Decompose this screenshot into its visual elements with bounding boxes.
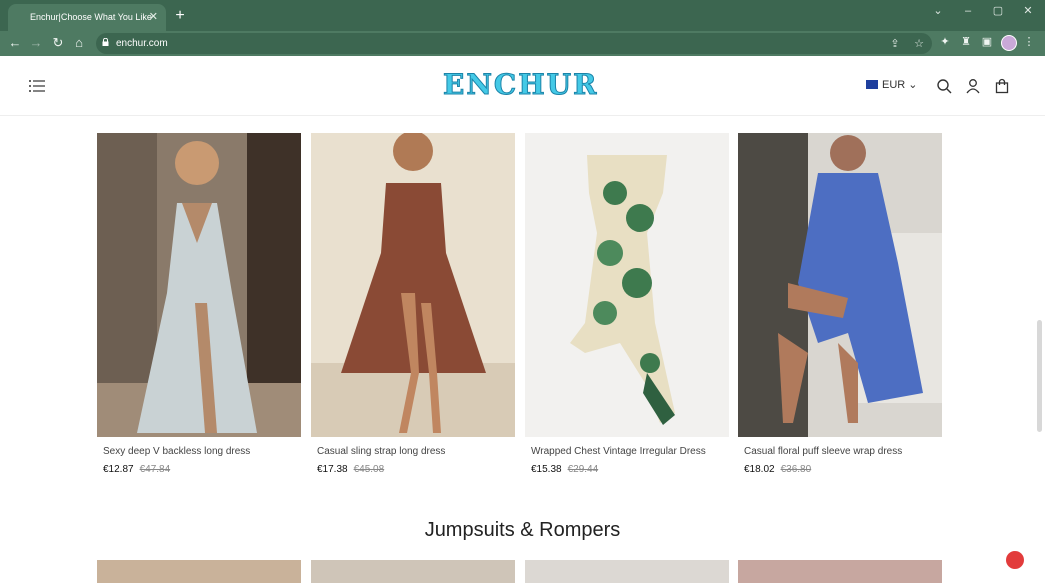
product-image[interactable] [311, 133, 515, 437]
eu-flag-icon [866, 80, 878, 89]
search-icon[interactable] [936, 78, 952, 94]
product-price: €15.38 [531, 464, 562, 475]
lock-icon[interactable] [102, 38, 109, 46]
tab-close-icon[interactable]: ✕ [149, 4, 158, 31]
browser-toolbar: ← → ↻ ⌂ enchur.com ⇪ ☆ ✦ ♜ ▣ ⋮ [0, 31, 1045, 56]
product-name[interactable]: Casual sling strap long dress [317, 446, 515, 457]
maximize-icon[interactable]: ▢ [989, 3, 1007, 19]
home-icon[interactable]: ⌂ [70, 34, 88, 52]
minimize-icon[interactable]: – [959, 3, 977, 19]
tab-search-chevron-icon[interactable]: ⌄ [929, 3, 947, 19]
product-old-price: €45.08 [353, 464, 385, 475]
tab-title: Enchur|Choose What You Like [30, 12, 152, 22]
hamburger-menu-icon[interactable] [29, 80, 45, 92]
close-window-icon[interactable]: ✕ [1019, 3, 1037, 19]
product-name[interactable]: Sexy deep V backless long dress [103, 446, 301, 457]
product-image[interactable] [525, 560, 729, 583]
share-icon[interactable]: ⇪ [888, 37, 902, 50]
url-text: enchur.com [116, 38, 168, 49]
account-icon[interactable] [965, 78, 981, 94]
product-image[interactable] [311, 560, 515, 583]
site-header: ENCHUR EUR ⌄ [0, 56, 1045, 116]
product-card[interactable]: Wrapped Chest Vintage Irregular Dress €1… [525, 133, 729, 475]
address-bar[interactable]: enchur.com ⇪ ☆ [96, 33, 932, 54]
section-title: Jumpsuits & Rompers [424, 519, 621, 541]
product-prices: €15.38 €29.44 [531, 464, 729, 475]
product-name[interactable]: Wrapped Chest Vintage Irregular Dress [531, 446, 729, 457]
product-name[interactable]: Casual floral puff sleeve wrap dress [744, 446, 942, 457]
reload-icon[interactable]: ↻ [49, 34, 67, 52]
product-card[interactable]: Sexy deep V backless long dress €12.87 €4… [97, 133, 301, 475]
star-icon[interactable]: ☆ [912, 37, 926, 50]
back-icon[interactable]: ← [6, 34, 24, 52]
profile-avatar[interactable] [1001, 35, 1017, 51]
sidebar-icon[interactable]: ▣ [980, 35, 994, 51]
browser-titlebar: Enchur|Choose What You Like ✕ + ⌄ – ▢ ✕ [0, 0, 1045, 31]
chat-support-icon[interactable] [1006, 551, 1024, 569]
product-image[interactable] [738, 133, 942, 437]
chevron-down-icon: ⌄ [908, 79, 918, 91]
product-image[interactable] [525, 133, 729, 437]
product-price: €17.38 [317, 464, 348, 475]
product-image[interactable] [97, 133, 301, 437]
product-image[interactable] [97, 560, 301, 583]
site-logo[interactable]: ENCHUR [442, 68, 598, 102]
product-prices: €12.87 €47.84 [103, 464, 301, 475]
product-card[interactable]: Casual sling strap long dress €17.38 €45.… [311, 133, 515, 475]
product-old-price: €36.80 [780, 464, 812, 475]
currency-label: EUR [882, 79, 906, 91]
product-card[interactable]: Casual floral puff sleeve wrap dress €18… [738, 133, 942, 475]
product-image[interactable] [738, 560, 942, 583]
cart-icon[interactable] [994, 78, 1010, 94]
new-tab-icon[interactable]: + [172, 6, 188, 26]
product-price: €12.87 [103, 464, 134, 475]
menu-dots-icon[interactable]: ⋮ [1022, 35, 1036, 51]
product-price: €18.02 [744, 464, 775, 475]
product-old-price: €29.44 [567, 464, 599, 475]
puzzle-icon[interactable]: ✦ [938, 35, 952, 51]
page-scrollbar[interactable] [1037, 320, 1042, 432]
forward-icon[interactable]: → [27, 34, 45, 52]
extension-icon[interactable]: ♜ [959, 35, 973, 51]
product-old-price: €47.84 [139, 464, 171, 475]
browser-tab[interactable]: Enchur|Choose What You Like ✕ [8, 4, 166, 31]
currency-selector[interactable]: EUR ⌄ [866, 78, 918, 91]
product-prices: €18.02 €36.80 [744, 464, 942, 475]
product-prices: €17.38 €45.08 [317, 464, 515, 475]
